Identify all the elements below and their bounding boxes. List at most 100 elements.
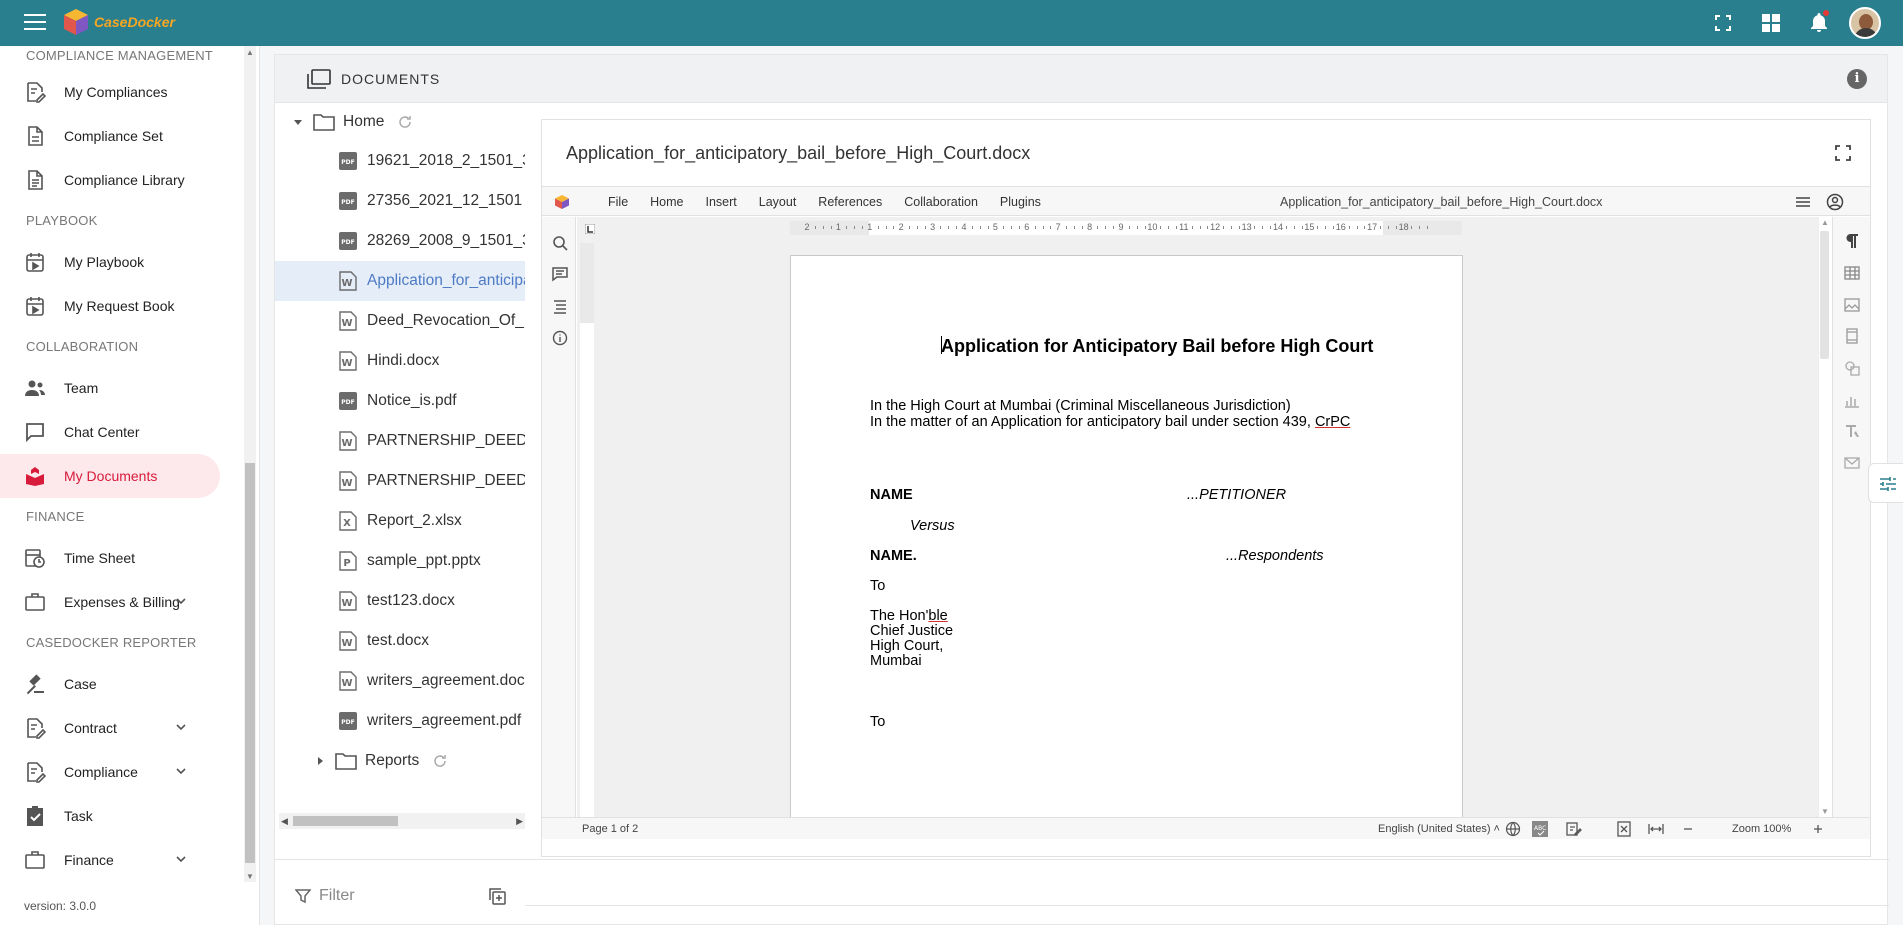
scrollbar-thumb[interactable] <box>1820 231 1829 359</box>
navigation-icon[interactable] <box>552 298 568 314</box>
fullscreen-icon[interactable] <box>1699 0 1747 46</box>
tree-file-item[interactable]: PDF 28269_2008_9_1501_3 <box>275 221 525 261</box>
mail-merge-icon[interactable] <box>1844 455 1860 471</box>
sidebar-item-my-request-book[interactable]: My Request Book <box>0 284 220 328</box>
language-selector[interactable]: English (United States) ˄ <box>1378 823 1500 835</box>
tree-file-item[interactable]: PDF writers_agreement.pdf <box>275 701 525 741</box>
user-circle-icon[interactable] <box>1826 193 1844 211</box>
sidebar-item-label: My Playbook <box>64 254 145 270</box>
sidebar-item-my-compliances[interactable]: My Compliances <box>0 70 220 114</box>
refresh-icon[interactable] <box>398 115 412 129</box>
chart-icon[interactable] <box>1844 392 1860 408</box>
tree-file-item[interactable]: PDF 19621_2018_2_1501_3 <box>275 141 525 181</box>
tree-file-item[interactable]: PDF 27356_2021_12_1501 <box>275 181 525 221</box>
settings-side-tab[interactable] <box>1868 463 1903 503</box>
menu-insert[interactable]: Insert <box>706 195 737 209</box>
tab-stop-icon[interactable] <box>585 224 595 234</box>
scrollbar-thumb[interactable] <box>293 816 398 826</box>
document-canvas[interactable]: 2 1 1 2 3 4 5 6 7 8 9 10 11 12 13 14 15 16 17 18 Applicatio… <box>577 217 1818 817</box>
chevron-down-icon[interactable] <box>174 720 188 734</box>
menu-plugins[interactable]: Plugins <box>1000 195 1041 209</box>
document-vertical-scrollbar[interactable]: ▲ ▼ <box>1818 217 1830 817</box>
tree-file-item[interactable]: PDF Notice_is.pdf <box>275 381 525 421</box>
scroll-down-arrow[interactable]: ▼ <box>1821 807 1829 816</box>
tree-file-item[interactable]: W Deed_Revocation_Of_P <box>275 301 525 341</box>
sidebar-item-compliance-set[interactable]: Compliance Set <box>0 114 220 158</box>
paragraph-icon[interactable] <box>1844 233 1860 249</box>
scroll-down-arrow[interactable]: ▼ <box>246 872 254 881</box>
table-icon[interactable] <box>1844 265 1860 281</box>
comment-icon[interactable] <box>552 266 568 282</box>
image-icon[interactable] <box>1844 297 1860 313</box>
sidebar-item-my-documents[interactable]: My Documents <box>0 454 220 498</box>
sidebar-item-chat-center[interactable]: Chat Center <box>0 410 220 454</box>
fit-width-icon[interactable] <box>1648 821 1664 837</box>
copy-icon[interactable] <box>487 886 507 906</box>
chevron-down-icon[interactable] <box>174 852 188 866</box>
tree-file-item[interactable]: Wtest.docx <box>275 621 525 661</box>
chevron-down-icon[interactable] <box>174 594 188 608</box>
tree-file-item[interactable]: X Report_2.xlsx <box>275 501 525 541</box>
document-page[interactable]: Application for Anticipatory Bail before… <box>790 255 1463 817</box>
menu-layout[interactable]: Layout <box>759 195 797 209</box>
spellcheck-icon[interactable]: ABC <box>1532 821 1548 837</box>
sidebar-item-time-sheet[interactable]: Time Sheet <box>0 536 220 580</box>
search-icon[interactable] <box>552 235 568 251</box>
sidebar-item-expenses-billing[interactable]: Expenses & Billing <box>0 580 220 624</box>
sidebar-item-compliance[interactable]: Compliance <box>0 750 220 794</box>
tree-folder-home[interactable]: Home <box>275 103 525 141</box>
tree-file-item[interactable]: W Hindi.docx <box>275 341 525 381</box>
sidebar-item-my-playbook[interactable]: My Playbook <box>0 240 220 284</box>
header-footer-icon[interactable] <box>1844 328 1860 344</box>
tree-file-item[interactable]: Psample_ppt.pptx <box>275 541 525 581</box>
menu-toggle-icon[interactable] <box>24 14 46 32</box>
notification-bell-icon[interactable] <box>1795 0 1843 46</box>
apps-grid-icon[interactable] <box>1747 0 1795 46</box>
user-avatar[interactable] <box>1849 7 1881 39</box>
sidebar-item-contract[interactable]: Contract <box>0 706 220 750</box>
sidebar-item-team[interactable]: Team <box>0 366 220 410</box>
scroll-up-arrow[interactable]: ▲ <box>1821 218 1829 227</box>
tree-file-item[interactable]: W Application_for_anticipatory_bail <box>275 261 525 301</box>
tree-file-item[interactable]: W PARTNERSHIP_DEED_ <box>275 461 525 501</box>
zoom-out-icon[interactable] <box>1680 821 1696 837</box>
file-name: writers_agreement.pdf <box>367 712 522 729</box>
tree-file-item[interactable]: W PARTNERSHIP_DEED_ <box>275 421 525 461</box>
shape-icon[interactable] <box>1844 360 1860 376</box>
fit-page-icon[interactable] <box>1616 821 1632 837</box>
scroll-up-arrow[interactable]: ▲ <box>246 48 254 57</box>
menu-collaboration[interactable]: Collaboration <box>904 195 978 209</box>
scrollbar-thumb[interactable] <box>245 463 255 863</box>
horizontal-ruler[interactable]: 2 1 1 2 3 4 5 6 7 8 9 10 11 12 13 14 15 16 17 18 <box>790 221 1462 235</box>
chevron-down-icon[interactable] <box>174 764 188 778</box>
scroll-right-arrow[interactable]: ▶ <box>516 816 523 827</box>
sidebar-item-compliance-library[interactable]: Compliance Library <box>0 158 220 202</box>
sidebar-item-finance[interactable]: Finance <box>0 838 220 882</box>
menu-file[interactable]: File <box>608 195 628 209</box>
text-art-icon[interactable] <box>1844 423 1860 439</box>
zoom-in-icon[interactable] <box>1810 821 1826 837</box>
scroll-left-arrow[interactable]: ◀ <box>281 816 288 827</box>
caret-down-icon[interactable] <box>291 115 305 129</box>
tree-file-item[interactable]: Wtest123.docx <box>275 581 525 621</box>
track-changes-icon[interactable] <box>1566 821 1582 837</box>
refresh-icon[interactable] <box>433 754 447 768</box>
app-logo[interactable]: CaseDocker <box>62 7 175 37</box>
sidebar-item-case[interactable]: Case <box>0 662 220 706</box>
info-icon[interactable]: i <box>1847 69 1867 89</box>
vertical-ruler[interactable] <box>580 243 594 817</box>
tree-horizontal-scrollbar[interactable]: ◀ ▶ <box>279 813 525 829</box>
tree-file-item[interactable]: Wwriters_agreement.doc <box>275 661 525 701</box>
sidebar-item-task[interactable]: Task <box>0 794 220 838</box>
tree-folder-reports[interactable]: Reports <box>275 741 525 781</box>
expand-icon[interactable] <box>1834 144 1852 162</box>
hamburger-menu-icon[interactable] <box>1794 193 1812 211</box>
sidebar-scrollbar[interactable]: ▲ ▼ <box>244 46 256 882</box>
menu-home[interactable]: Home <box>650 195 683 209</box>
filter-icon[interactable] <box>295 888 311 904</box>
caret-right-icon[interactable] <box>313 754 327 768</box>
filter-label[interactable]: Filter <box>319 887 355 905</box>
info-circle-icon[interactable] <box>552 330 568 346</box>
globe-icon[interactable] <box>1505 821 1521 837</box>
menu-references[interactable]: References <box>818 195 882 209</box>
